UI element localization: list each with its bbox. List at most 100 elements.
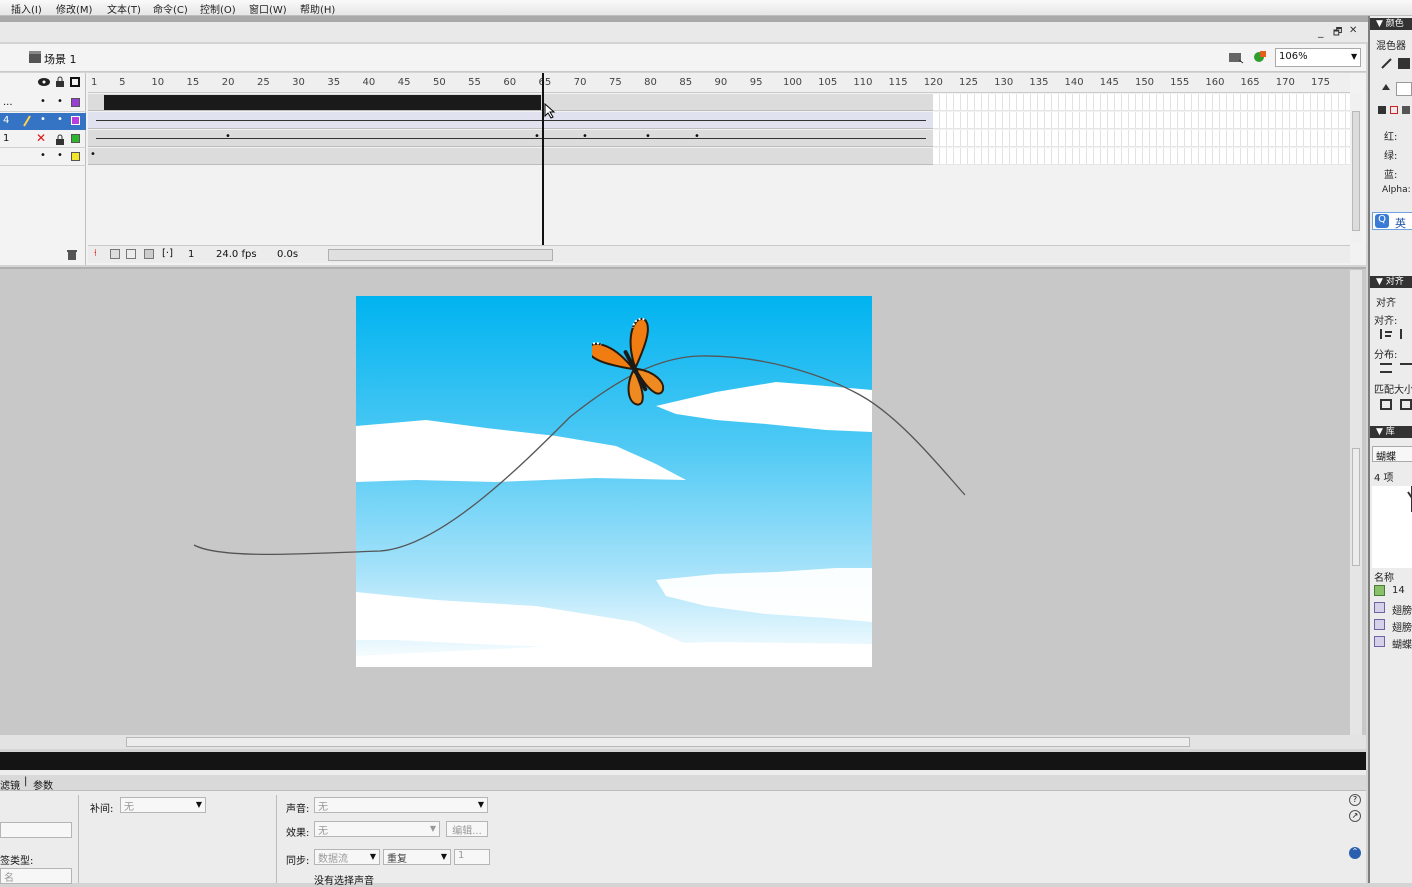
no-color-icon[interactable] — [1390, 106, 1398, 114]
align-tab[interactable]: 对齐 — [1376, 294, 1396, 309]
layer-row[interactable]: ... • • — [0, 95, 86, 112]
repeat-count-input[interactable]: 1 — [454, 849, 490, 865]
sync-select[interactable]: 数据流 ▼ — [314, 849, 380, 865]
library-item[interactable]: 翅膀 — [1370, 617, 1412, 634]
modify-markers-icon[interactable]: [·] — [162, 248, 173, 259]
empty-frames[interactable] — [933, 130, 1350, 147]
timeline-vertical-scrollbar[interactable] — [1350, 93, 1362, 243]
menu-modify[interactable]: 修改(M) — [56, 1, 92, 16]
menu-help[interactable]: 帮助(H) — [300, 1, 335, 16]
swap-colors-icon[interactable] — [1402, 106, 1410, 114]
library-item[interactable]: 蝴蝶 — [1370, 634, 1412, 651]
black-white-icon[interactable] — [1378, 106, 1386, 114]
close-button[interactable]: ✕ — [1349, 25, 1357, 36]
layer-row-selected[interactable]: 4 • • — [0, 113, 86, 130]
effect-select[interactable]: 无 ▼ — [314, 821, 440, 837]
layer-row[interactable]: 1 ✕ — [0, 131, 86, 148]
stage-horizontal-scrollbar[interactable] — [0, 735, 1366, 749]
match-width-icon[interactable] — [1380, 399, 1392, 410]
library-panel-header[interactable]: ▼ 库 — [1370, 426, 1412, 438]
menu-commands[interactable]: 命令(C) — [153, 1, 188, 16]
frame-row[interactable]: • • • • • — [88, 130, 933, 147]
align-panel-header[interactable]: ▼ 对齐 — [1370, 276, 1412, 288]
stroke-color-icon[interactable] — [1380, 56, 1394, 70]
ruler-tick-label: 50 — [432, 77, 446, 88]
frame-row[interactable] — [88, 94, 933, 111]
label-type-select[interactable]: 名 — [0, 868, 72, 884]
empty-frames[interactable] — [933, 94, 1350, 111]
sound-select[interactable]: 无 ▼ — [314, 797, 488, 813]
library-item[interactable]: 14 — [1370, 583, 1412, 600]
scene-name[interactable]: 场景 1 — [44, 51, 77, 67]
eye-icon[interactable] — [37, 77, 51, 87]
mixer-tab[interactable]: 混色器 — [1376, 37, 1406, 52]
help-icon[interactable]: ? — [1349, 794, 1361, 806]
layer-color-swatch[interactable] — [71, 116, 80, 125]
ruler-tick-label: 145 — [1099, 77, 1119, 88]
stage-vertical-scrollbar[interactable] — [1350, 270, 1362, 735]
menu-insert[interactable]: 插入(I) — [11, 1, 42, 16]
onion-outline-icon[interactable] — [126, 249, 136, 259]
menu-window[interactable]: 窗口(W) — [249, 1, 287, 16]
center-frame-icon[interactable]: ⍿ — [94, 248, 97, 259]
keyframe[interactable]: • — [645, 131, 651, 142]
distribute-center-icon[interactable] — [1400, 363, 1412, 373]
frame-rate[interactable]: 24.0 fps — [216, 249, 257, 260]
layer-row[interactable]: • • — [0, 149, 86, 166]
trash-icon[interactable] — [66, 249, 78, 261]
layer-color-swatch[interactable] — [71, 152, 80, 161]
ime-indicator[interactable]: Q 英 — [1372, 212, 1412, 230]
empty-frames[interactable] — [933, 112, 1350, 129]
menu-control[interactable]: 控制(O) — [200, 1, 236, 16]
name-column-header[interactable]: 名称 — [1374, 569, 1394, 584]
menu-text[interactable]: 文本(T) — [107, 1, 141, 16]
onion-skin-icon[interactable] — [110, 249, 120, 259]
ruler-tick-label: 150 — [1134, 77, 1155, 88]
outline-icon[interactable] — [70, 77, 80, 87]
align-center-icon[interactable] — [1400, 329, 1412, 339]
frame-ruler[interactable]: 1 5 10 15 20 25 30 35 40 45 50 55 60 65 70 75 80 85 90 95 10… — [88, 73, 1350, 93]
frame-label-input[interactable] — [0, 822, 72, 838]
elapsed-time: 0.0s — [277, 249, 299, 260]
layer-color-swatch[interactable] — [71, 134, 80, 143]
distribute-top-icon[interactable] — [1380, 363, 1392, 373]
keyframe[interactable]: • — [225, 131, 231, 142]
restore-button[interactable]: 🗗 — [1333, 25, 1342, 42]
tween-select[interactable]: 无 ▼ — [120, 797, 206, 813]
empty-frames[interactable] — [933, 148, 1350, 165]
color-swatch[interactable] — [1396, 82, 1412, 96]
keyframe[interactable]: • — [694, 131, 700, 142]
keyframe[interactable]: • — [534, 131, 540, 142]
tab-parameters[interactable]: 参数 — [33, 777, 53, 792]
lock-icon[interactable] — [55, 76, 65, 88]
edit-multiple-frames-icon[interactable] — [144, 249, 154, 259]
bucket-icon[interactable] — [1380, 82, 1392, 96]
edit-symbols-icon[interactable] — [1252, 49, 1270, 65]
match-height-icon[interactable] — [1400, 399, 1412, 410]
playhead[interactable] — [542, 73, 544, 245]
lock-icon[interactable] — [55, 134, 65, 146]
repeat-select[interactable]: 重复 ▼ — [383, 849, 451, 865]
library-select[interactable]: 蝴蝶 — [1372, 446, 1412, 463]
motion-guide-path[interactable] — [0, 267, 1366, 735]
layer-color-swatch[interactable] — [71, 98, 80, 107]
library-item[interactable]: 翅膀 — [1370, 600, 1412, 617]
edit-scene-icon[interactable] — [1228, 50, 1244, 64]
butterfly-symbol[interactable] — [592, 318, 676, 416]
frame-row[interactable] — [88, 112, 933, 129]
timeline-h-scroll-thumb[interactable] — [328, 249, 553, 261]
frame-row[interactable]: • — [88, 148, 933, 165]
keyframe[interactable]: • — [90, 149, 96, 160]
hidden-x-icon[interactable]: ✕ — [36, 131, 46, 145]
keyframe[interactable]: • — [582, 131, 588, 142]
edit-button[interactable]: 编辑... — [446, 821, 488, 837]
ruler-tick-label: 120 — [923, 77, 943, 88]
zoom-select[interactable]: 106% ▼ — [1275, 48, 1361, 67]
minimize-button[interactable]: _ — [1318, 25, 1324, 38]
align-left-icon[interactable] — [1380, 329, 1392, 339]
accessibility-icon[interactable]: ↗ — [1349, 810, 1361, 822]
collapse-icon[interactable]: ⌃ — [1349, 847, 1361, 859]
fill-color-swatch[interactable] — [1398, 58, 1410, 69]
color-panel-header[interactable]: ▼ 颜色 — [1370, 18, 1412, 30]
tab-filters[interactable]: 滤镜 — [0, 777, 20, 792]
